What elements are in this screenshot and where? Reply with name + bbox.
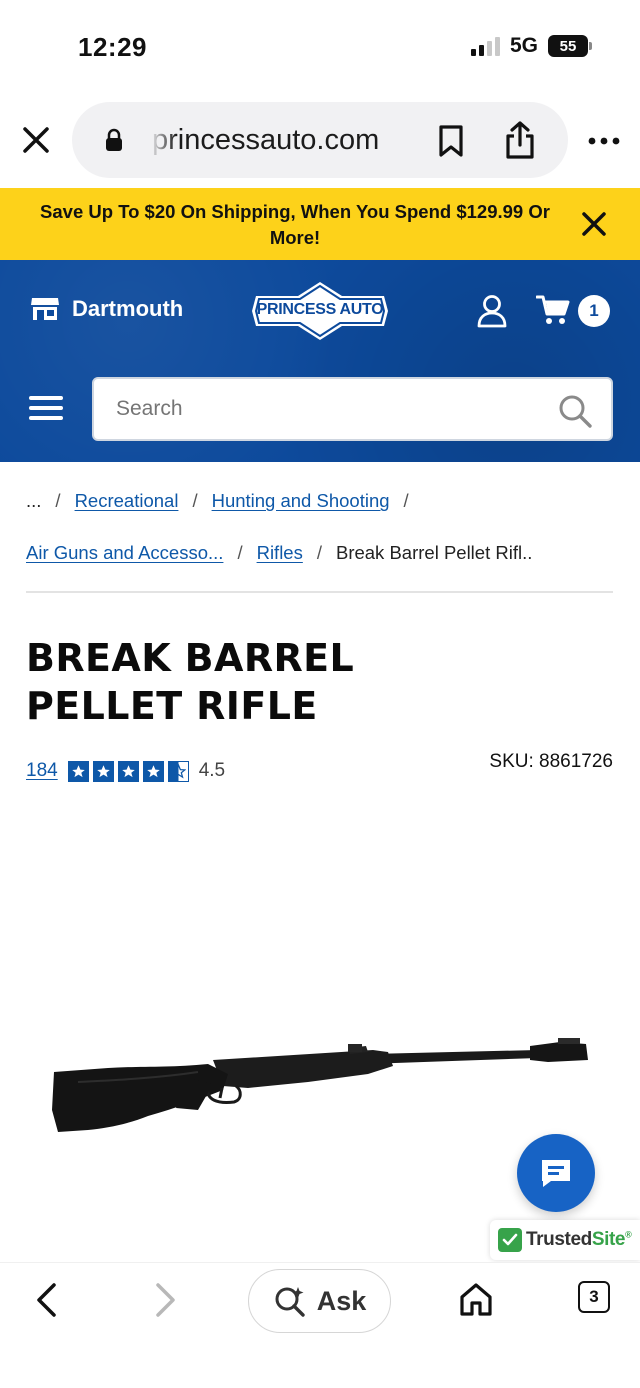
- status-time: 12:29: [78, 32, 147, 62]
- breadcrumb-current: Break Barrel Pellet Rifl..: [335, 542, 533, 563]
- status-indicators: 5G 55: [470, 34, 592, 58]
- cart-count-badge[interactable]: 1: [578, 295, 610, 327]
- product-title: BREAK BARREL PELLET RIFLE: [26, 634, 476, 730]
- promo-text[interactable]: Save Up To $20 On Shipping, When You Spe…: [30, 199, 560, 251]
- star-icon: [67, 760, 89, 782]
- ask-label: Ask: [316, 1285, 367, 1316]
- account-icon[interactable]: [476, 294, 508, 328]
- search-input[interactable]: [116, 397, 516, 421]
- logo-text: PRINCESS AUTO: [256, 301, 384, 318]
- store-icon: [31, 298, 59, 320]
- star-icon: [92, 760, 114, 782]
- breadcrumb-hunting-and-shooting[interactable]: Hunting and Shooting: [212, 490, 390, 512]
- close-icon[interactable]: [18, 122, 54, 158]
- more-icon[interactable]: [588, 136, 620, 146]
- tabs-button[interactable]: 3: [578, 1281, 610, 1313]
- star-icon: [117, 760, 139, 782]
- product-image[interactable]: [48, 1030, 598, 1140]
- search-icon[interactable]: [557, 393, 593, 429]
- half-star-icon: [167, 760, 189, 782]
- menu-icon[interactable]: [28, 394, 64, 422]
- trustedsite-badge[interactable]: TrustedSite®: [490, 1220, 640, 1260]
- lock-icon: [106, 128, 122, 151]
- site-header: Dartmouth PRINCESS AUTO 1: [0, 260, 640, 462]
- check-icon: [498, 1228, 522, 1252]
- close-icon[interactable]: [578, 208, 610, 240]
- breadcrumb-rifles[interactable]: Rifles: [257, 542, 303, 564]
- trustedsite-label: TrustedSite®: [526, 1229, 632, 1250]
- breadcrumb-ellipsis[interactable]: ...: [26, 490, 41, 512]
- signal-icon: [470, 36, 500, 56]
- review-count-link[interactable]: 184: [26, 760, 58, 782]
- store-selector[interactable]: Dartmouth: [30, 296, 183, 322]
- sku-label: SKU: 8861726: [489, 751, 613, 772]
- cart-icon[interactable]: [536, 294, 570, 326]
- url-text: princessauto.com: [152, 124, 380, 156]
- ask-button[interactable]: Ask: [248, 1269, 391, 1333]
- back-icon[interactable]: [30, 1281, 62, 1319]
- rating-value: 4.5: [198, 760, 226, 781]
- chat-icon: [542, 1160, 570, 1187]
- rating-stars[interactable]: [67, 760, 189, 782]
- breadcrumb-recreational[interactable]: Recreational: [75, 490, 179, 512]
- chat-button[interactable]: [517, 1134, 595, 1212]
- bookmark-icon[interactable]: [436, 124, 466, 158]
- address-bar[interactable]: princessauto.com: [72, 102, 568, 178]
- browser-toolbar: Ask 3: [0, 1262, 640, 1388]
- ask-search-sparkle-icon: [275, 1287, 305, 1317]
- home-icon[interactable]: [458, 1281, 494, 1317]
- divider: [26, 591, 613, 593]
- share-icon[interactable]: [502, 120, 538, 160]
- princess-auto-logo[interactable]: PRINCESS AUTO: [250, 280, 390, 342]
- breadcrumb: ... / Recreational / Hunting and Shootin…: [26, 490, 533, 564]
- star-icon: [142, 760, 164, 782]
- review-summary: 184 4.5: [26, 760, 225, 782]
- status-bar: 12:29 5G 55: [0, 0, 640, 96]
- browser-bar: princessauto.com: [0, 96, 640, 188]
- forward-icon[interactable]: [150, 1281, 182, 1319]
- search-box[interactable]: [92, 377, 613, 441]
- battery-icon: 55: [548, 35, 592, 57]
- product-title-line2: PELLET RIFLE: [26, 684, 318, 728]
- promo-banner: Save Up To $20 On Shipping, When You Spe…: [0, 188, 640, 260]
- product-title-line1: BREAK BARREL: [26, 636, 355, 680]
- store-label: Dartmouth: [72, 296, 184, 321]
- network-label: 5G: [509, 34, 538, 57]
- breadcrumb-air-guns[interactable]: Air Guns and Accesso...: [26, 542, 223, 564]
